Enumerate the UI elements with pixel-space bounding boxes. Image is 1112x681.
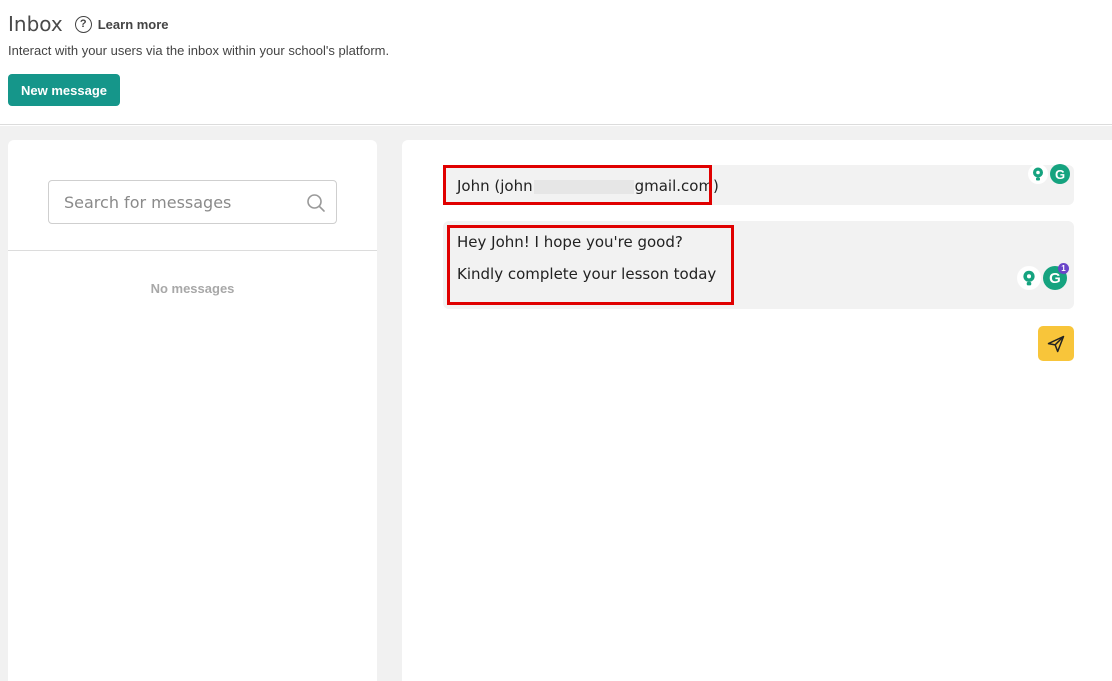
send-button[interactable] <box>1038 326 1074 361</box>
page-header: Inbox ? Learn more Interact with your us… <box>0 0 1112 125</box>
search-box[interactable] <box>48 180 337 224</box>
composer-panel: John (john gmail.com) G Hey John! I hope … <box>402 140 1112 681</box>
divider <box>8 250 377 251</box>
search-icon[interactable] <box>306 193 326 213</box>
grammarly-icon[interactable]: G <box>1050 164 1070 184</box>
title-row: Inbox ? Learn more <box>8 12 169 36</box>
message-highlight-box <box>447 225 734 305</box>
bulb-icon[interactable] <box>1017 266 1041 290</box>
message-list-panel: No messages <box>8 140 377 681</box>
help-icon[interactable]: ? <box>74 15 92 33</box>
search-input[interactable] <box>64 181 304 223</box>
inbox-area: No messages John (johngmail.com) G Hey J… <box>0 126 1112 681</box>
grammarly-icon[interactable]: G1 <box>1043 263 1069 290</box>
grammarly-badge: 1 <box>1058 263 1069 274</box>
page-title: Inbox <box>8 12 63 36</box>
empty-state-text: No messages <box>150 281 235 296</box>
grammarly-widget-message[interactable]: G1 <box>1017 263 1069 290</box>
bulb-icon[interactable] <box>1028 164 1048 184</box>
send-icon <box>1047 335 1065 352</box>
page-subtitle: Interact with your users via the inbox w… <box>8 43 390 58</box>
recipient-highlight-box <box>443 165 712 205</box>
grammarly-widget[interactable]: G <box>1028 164 1070 184</box>
learn-more-link[interactable]: Learn more <box>98 17 169 32</box>
new-message-button[interactable]: New message <box>8 74 120 106</box>
